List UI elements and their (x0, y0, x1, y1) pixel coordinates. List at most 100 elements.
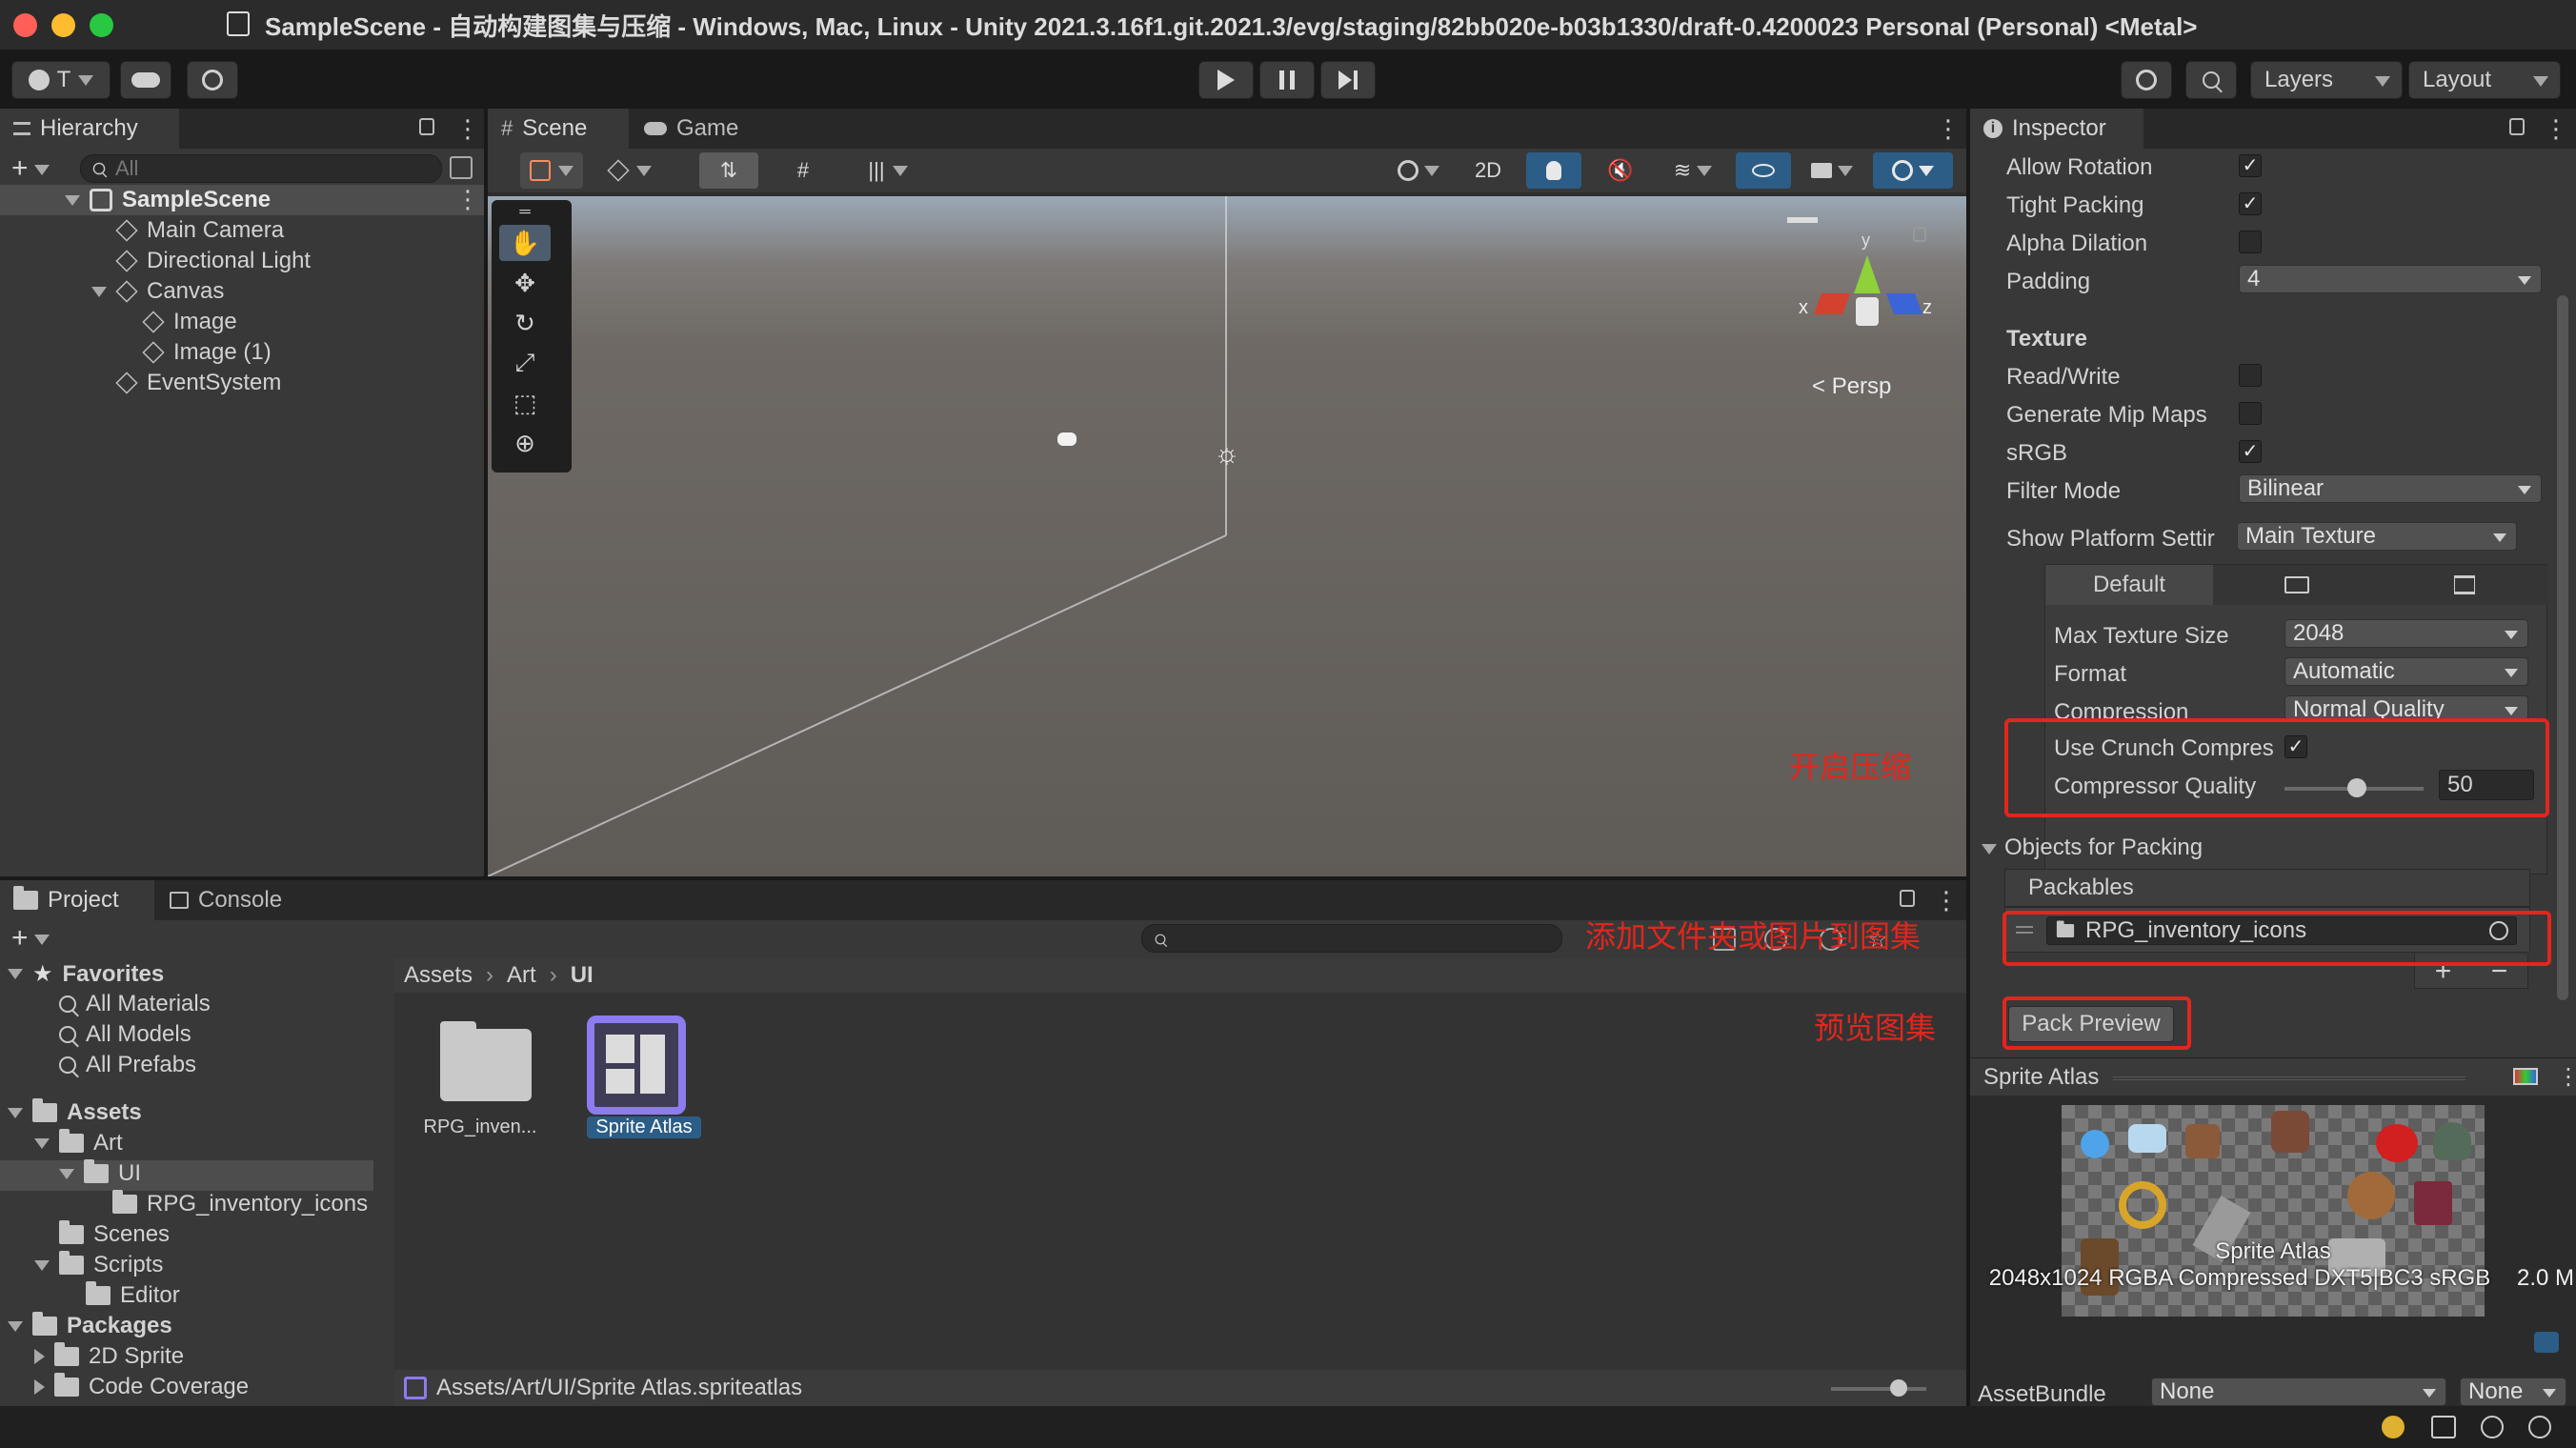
breadcrumb-art[interactable]: Art (507, 962, 536, 989)
asset-folder-rpg[interactable]: RPG_inven... (412, 1008, 549, 1141)
hierarchy-item-canvas[interactable]: Canvas (91, 278, 224, 305)
folder-ui[interactable]: UI (59, 1159, 141, 1187)
search-button[interactable] (2185, 61, 2237, 99)
no-connection-icon[interactable] (2481, 1416, 2504, 1438)
atlas-preview[interactable]: Sprite Atlas 2048x1024 RGBA Compressed D… (1970, 1096, 2576, 1419)
platform-tab-server[interactable] (2381, 565, 2548, 605)
transform-tool-icon[interactable]: ⊕ (499, 425, 551, 461)
pause-button[interactable] (1259, 61, 1315, 99)
max-texture-size-dropdown[interactable]: 2048 (2284, 619, 2528, 648)
rgb-channel-icon[interactable] (2513, 1068, 2538, 1085)
layout-dropdown[interactable]: Layout (2408, 61, 2561, 99)
breadcrumb-assets[interactable]: Assets (404, 962, 473, 989)
undo-history-button[interactable] (2121, 61, 2172, 99)
grid-toggle-button[interactable]: # (774, 152, 833, 189)
filter-mode-dropdown[interactable]: Bilinear (2239, 474, 2542, 503)
progress-icon[interactable] (2528, 1416, 2551, 1438)
light-gizmo-icon[interactable]: ☼ (1214, 438, 1240, 471)
kebab-menu-icon[interactable]: ⋮ (1934, 886, 1959, 915)
audio-toggle-button[interactable]: 🔇 (1593, 152, 1648, 189)
kebab-menu-icon[interactable]: ⋮ (1936, 114, 1961, 144)
scene-camera-button[interactable] (1799, 152, 1865, 189)
folder-editor[interactable]: Editor (86, 1281, 180, 1309)
folder-scenes[interactable]: Scenes (59, 1220, 170, 1248)
hierarchy-search-input[interactable]: All (80, 154, 442, 183)
scale-tool-icon[interactable]: ⤢ (499, 345, 551, 381)
label-tag-icon[interactable] (2534, 1332, 2559, 1353)
packages-folder[interactable]: Packages (8, 1312, 172, 1339)
play-button[interactable] (1198, 61, 1254, 99)
preview-drag-bar[interactable] (2113, 1076, 2465, 1080)
compression-dropdown[interactable]: Normal Quality (2284, 695, 2528, 720)
inspector-scrollbar[interactable] (2557, 295, 2568, 1000)
tab-scene[interactable]: # Scene (488, 109, 629, 149)
drag-handle-icon[interactable]: ═ (499, 204, 551, 220)
kebab-menu-icon[interactable]: ⋮ (2557, 1058, 2576, 1096)
asset-sprite-atlas[interactable]: Sprite Atlas (564, 1008, 701, 1141)
icon-size-slider[interactable] (1831, 1379, 1926, 1397)
read-write-checkbox[interactable] (2239, 364, 2262, 387)
bug-icon[interactable] (2382, 1416, 2405, 1438)
move-tool-icon[interactable]: ✥ (499, 265, 551, 301)
orientation-gizmo[interactable]: y x z (1787, 217, 1932, 345)
favorite-all-materials[interactable]: All Materials (59, 991, 211, 1017)
alpha-dilation-checkbox[interactable] (2239, 231, 2262, 253)
favorite-all-prefabs[interactable]: All Prefabs (59, 1052, 196, 1078)
hierarchy-item-directional-light[interactable]: Directional Light (115, 248, 311, 274)
hand-tool-icon[interactable]: ✋ (499, 225, 551, 261)
cloud-button[interactable] (120, 61, 171, 99)
project-search-input[interactable] (1141, 924, 1562, 953)
hidden-objects-button[interactable] (1736, 152, 1791, 189)
layers-dropdown[interactable]: Layers (2250, 61, 2403, 99)
collab-button[interactable] (187, 61, 238, 99)
scene-viewport[interactable]: ☼ ═ ✋ ✥ ↻ ⤢ ⬚ ⊕ y x z < Persp (488, 196, 1966, 876)
camera-settings-button[interactable] (1385, 152, 1452, 189)
hierarchy-item-eventsystem[interactable]: EventSystem (115, 370, 281, 396)
tab-console[interactable]: Console (156, 880, 311, 920)
lighting-toggle-button[interactable] (1526, 152, 1581, 189)
platform-settings-dropdown[interactable]: Main Texture (2237, 522, 2517, 551)
snap-increment-button[interactable]: ||| (850, 152, 926, 189)
gizmo-lock-icon[interactable] (1913, 227, 1926, 242)
minimize-window-button[interactable] (51, 13, 75, 37)
render-mode-button[interactable] (598, 152, 661, 189)
gizmo-options-icon[interactable] (1787, 217, 1818, 223)
hierarchy-item-image[interactable]: Image (142, 309, 237, 335)
kebab-menu-icon[interactable]: ⋮ (455, 114, 480, 144)
draw-mode-button[interactable] (520, 152, 583, 189)
2d-toggle-button[interactable]: 2D (1459, 152, 1517, 189)
move-snap-button[interactable]: ⇅ (699, 152, 758, 189)
favorites-header[interactable]: ★ Favorites (8, 960, 164, 988)
create-asset-button[interactable]: + (11, 922, 50, 955)
step-button[interactable] (1320, 61, 1376, 99)
padding-dropdown[interactable]: 4 (2239, 265, 2542, 293)
folder-scripts[interactable]: Scripts (34, 1251, 163, 1278)
account-button[interactable]: T (11, 61, 111, 99)
assetbundle-variant-dropdown[interactable]: None (2460, 1378, 2566, 1406)
platform-tab-standalone[interactable] (2213, 565, 2381, 605)
hierarchy-scene[interactable]: SampleScene (65, 187, 271, 213)
lock-icon[interactable] (419, 118, 434, 135)
assets-folder[interactable]: Assets (8, 1098, 142, 1126)
mipmaps-checkbox[interactable] (2239, 402, 2262, 425)
platform-tab-default[interactable]: Default (2045, 565, 2213, 605)
allow-rotation-checkbox[interactable]: ✓ (2239, 154, 2262, 177)
format-dropdown[interactable]: Automatic (2284, 657, 2528, 686)
tight-packing-checkbox[interactable]: ✓ (2239, 192, 2262, 215)
kebab-menu-icon[interactable]: ⋮ (2544, 114, 2568, 144)
rect-tool-icon[interactable]: ⬚ (499, 385, 551, 421)
srgb-checkbox[interactable]: ✓ (2239, 440, 2262, 463)
folder-rpg-inventory-icons[interactable]: RPG_inventory_icons (112, 1190, 368, 1217)
tab-hierarchy[interactable]: Hierarchy (0, 109, 179, 149)
folder-art[interactable]: Art (34, 1129, 123, 1156)
effects-toggle-button[interactable]: ≋ (1658, 152, 1728, 189)
scene-menu-icon[interactable]: ⋮ (455, 185, 480, 214)
rotate-tool-icon[interactable]: ↻ (499, 305, 551, 341)
persp-toggle[interactable]: < Persp (1812, 373, 1891, 400)
close-window-button[interactable] (13, 13, 37, 37)
tab-project[interactable]: Project (0, 880, 154, 920)
lock-icon[interactable] (2509, 118, 2525, 135)
tab-game[interactable]: Game (631, 109, 764, 149)
tab-inspector[interactable]: i Inspector (1970, 109, 2143, 149)
search-filter-icon[interactable] (450, 156, 473, 179)
